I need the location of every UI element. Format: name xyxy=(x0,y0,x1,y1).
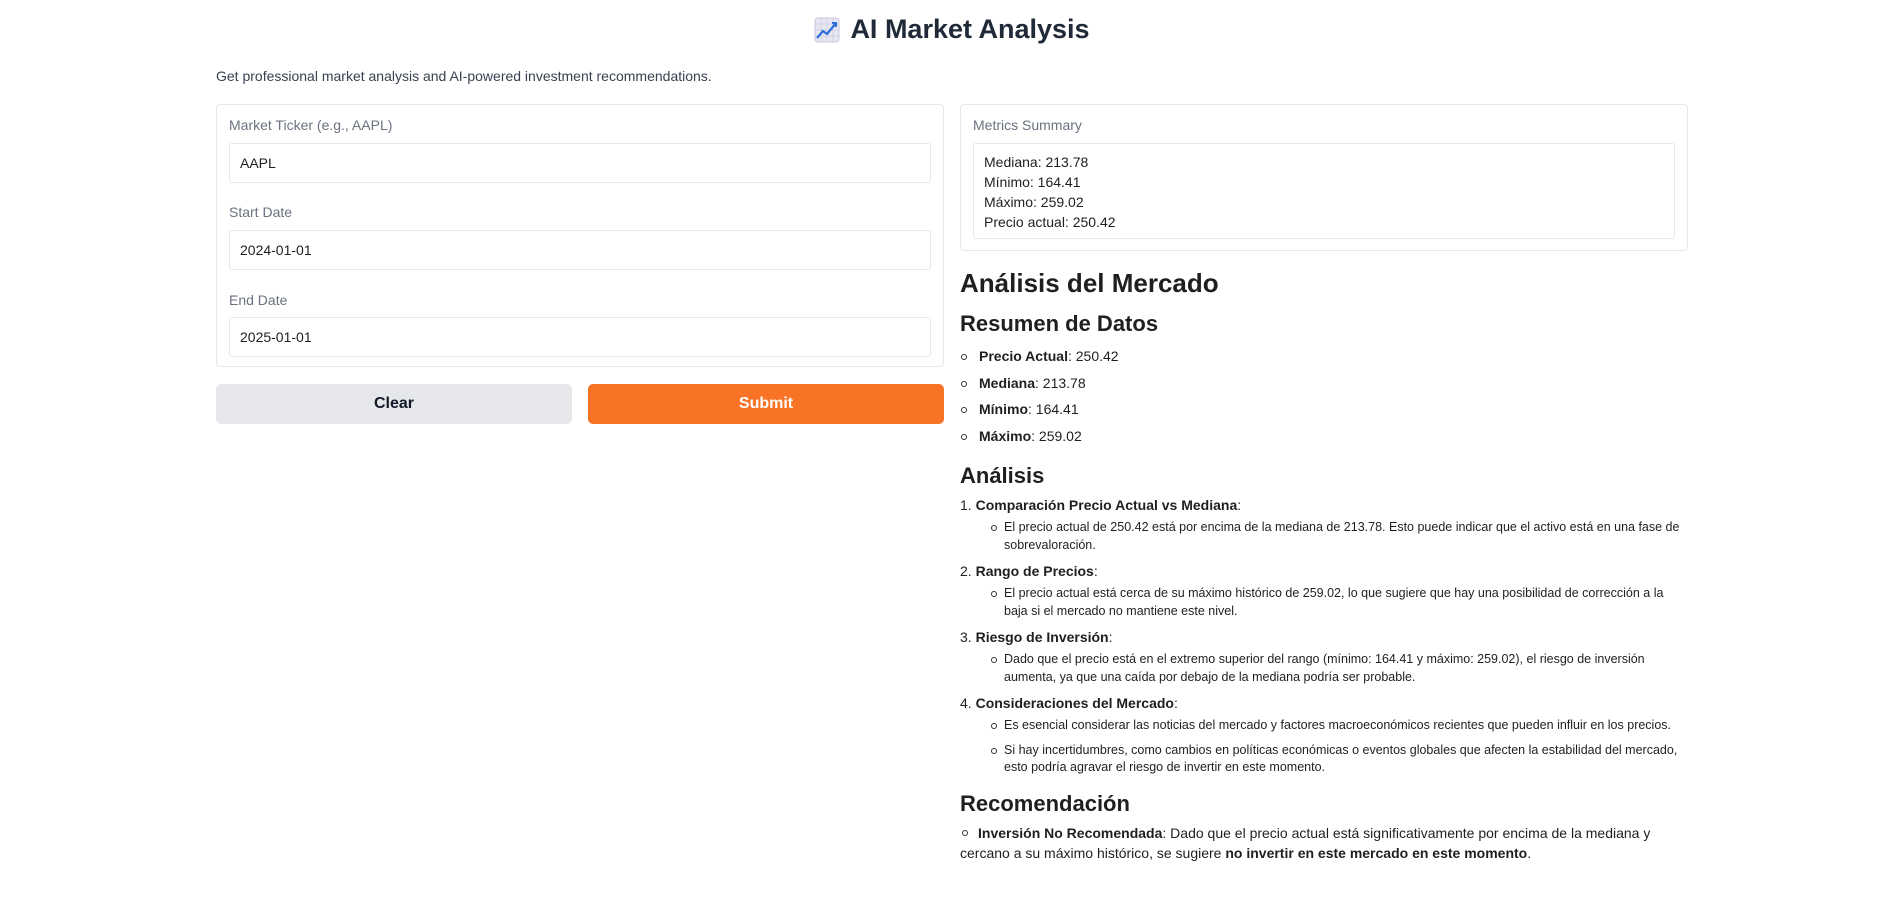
start-date-input[interactable] xyxy=(229,230,931,270)
ticker-input[interactable] xyxy=(229,143,931,183)
chart-increasing-icon xyxy=(814,17,840,43)
analysis-point: 3. Riesgo de Inversión: Dado que el prec… xyxy=(960,627,1688,686)
point-title: Consideraciones del Mercado xyxy=(975,695,1174,711)
point-suffix: : xyxy=(1093,563,1098,579)
point-detail: El precio actual está cerca de su máximo… xyxy=(985,585,1688,620)
point-number: 3. xyxy=(960,629,972,645)
recommendation-bold-end: no invertir en este mercado en este mome… xyxy=(1225,844,1528,861)
header: AI Market Analysis xyxy=(0,14,1904,48)
list-item: Mínimo: 164.41 xyxy=(960,396,1688,423)
summary-value: : 164.41 xyxy=(1028,401,1079,417)
metrics-summary-panel: Metrics Summary Mediana: 213.78 Mínimo: … xyxy=(960,104,1688,251)
point-title: Comparación Precio Actual vs Mediana xyxy=(975,497,1238,513)
page-title: AI Market Analysis xyxy=(850,14,1090,44)
list-item: Máximo: 259.02 xyxy=(960,423,1688,450)
list-item: Mediana: 213.78 xyxy=(960,370,1688,397)
summary-list: Precio Actual: 250.42 Mediana: 213.78 Mí… xyxy=(960,343,1688,449)
end-date-label: End Date xyxy=(229,292,288,308)
page-subtitle: Get professional market analysis and AI-… xyxy=(216,68,712,84)
summary-value: : 259.02 xyxy=(1031,427,1082,444)
summary-heading: Resumen de Datos xyxy=(960,311,1159,336)
summary-value: : 250.42 xyxy=(1067,348,1119,364)
point-detail: Es esencial considerar las noticias del … xyxy=(985,717,1688,735)
summary-value: : 213.78 xyxy=(1035,374,1086,391)
metrics-summary-label: Metrics Summary xyxy=(973,117,1082,133)
summary-key: Precio Actual xyxy=(979,348,1068,364)
analysis-point: 4. Consideraciones del Mercado: Es esenc… xyxy=(960,693,1688,777)
point-title: Rango de Precios xyxy=(975,563,1094,579)
ticker-label: Market Ticker (e.g., AAPL) xyxy=(229,117,393,133)
point-number: 2. xyxy=(960,563,972,579)
point-suffix: : xyxy=(1237,497,1242,513)
end-date-input[interactable] xyxy=(229,317,931,357)
start-date-label: Start Date xyxy=(229,204,293,220)
metric-line: Máximo: 259.02 xyxy=(984,194,1084,210)
point-number: 4. xyxy=(960,695,972,711)
recommendation-text: Inversión No Recomendada: Dado que el pr… xyxy=(960,823,1688,863)
recommendation-end: . xyxy=(1527,844,1532,861)
point-suffix: : xyxy=(1108,629,1113,645)
point-detail: Dado que el precio está en el extremo su… xyxy=(985,651,1688,686)
analysis-output: Análisis del Mercado Resumen de Datos Pr… xyxy=(960,262,1688,863)
analysis-heading: Análisis xyxy=(960,463,1045,488)
point-title: Riesgo de Inversión xyxy=(975,629,1109,645)
submit-button[interactable]: Submit xyxy=(588,384,944,424)
list-item: Precio Actual: 250.42 xyxy=(960,343,1688,370)
point-detail: El precio actual de 250.42 está por enci… xyxy=(985,519,1688,554)
clear-button[interactable]: Clear xyxy=(216,384,572,424)
recommendation-bold: Inversión No Recomendada xyxy=(978,824,1163,841)
point-suffix: : xyxy=(1173,695,1178,711)
metrics-summary-output: Mediana: 213.78 Mínimo: 164.41 Máximo: 2… xyxy=(973,143,1675,239)
analysis-point: 2. Rango de Precios: El precio actual es… xyxy=(960,561,1688,620)
point-number: 1. xyxy=(960,497,972,513)
metric-line: Mediana: 213.78 xyxy=(984,154,1089,170)
analysis-point: 1. Comparación Precio Actual vs Mediana:… xyxy=(960,495,1688,554)
metric-line: Mínimo: 164.41 xyxy=(984,174,1081,190)
recommendation-heading: Recomendación xyxy=(960,790,1130,816)
analysis-points: 1. Comparación Precio Actual vs Mediana:… xyxy=(960,495,1688,777)
page-title-wrap: AI Market Analysis xyxy=(814,14,1090,45)
summary-key: Mínimo xyxy=(979,401,1028,417)
summary-key: Máximo xyxy=(979,427,1032,444)
point-detail: Si hay incertidumbres, como cambios en p… xyxy=(985,742,1688,777)
summary-key: Mediana xyxy=(979,374,1036,391)
metric-line: Precio actual: 250.42 xyxy=(984,214,1116,230)
input-form-panel: Market Ticker (e.g., AAPL) Start Date En… xyxy=(216,104,944,367)
analysis-title: Análisis del Mercado xyxy=(960,268,1219,298)
